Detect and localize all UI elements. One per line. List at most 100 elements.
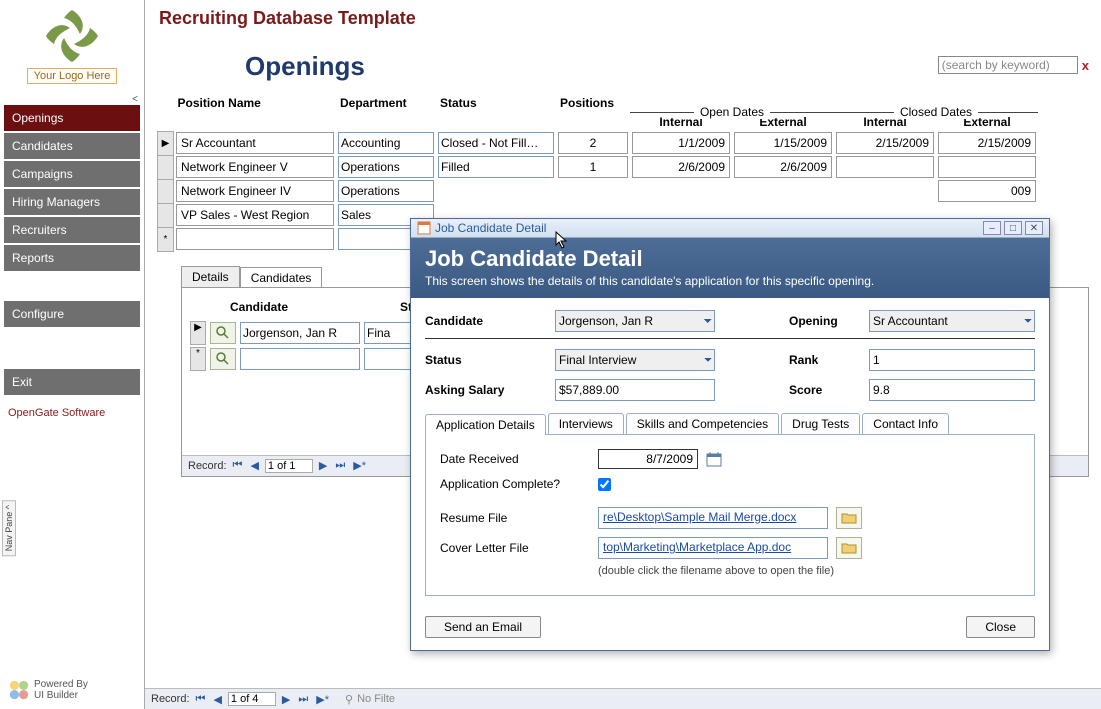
nav-first-icon[interactable]: ⏮ xyxy=(194,693,208,706)
record-position[interactable] xyxy=(228,692,276,706)
col-status: Status xyxy=(436,94,556,113)
closed-internal-input[interactable] xyxy=(836,132,934,154)
status-select[interactable]: Closed - Not Fill… xyxy=(438,132,554,154)
dept-select[interactable]: Operations xyxy=(338,180,434,202)
resume-file-link[interactable]: re\Desktop\Sample Mail Merge.docx xyxy=(598,507,828,529)
closed-external-input[interactable] xyxy=(938,132,1036,154)
search-input[interactable] xyxy=(938,56,1078,74)
nav-last-icon[interactable]: ⏭ xyxy=(296,693,310,706)
row-selector-icon[interactable] xyxy=(158,155,174,179)
dept-select[interactable]: Operations xyxy=(338,156,434,178)
nav-new-icon[interactable]: ▶* xyxy=(314,693,331,706)
lbl-score: Score xyxy=(789,383,849,397)
open-external-input[interactable] xyxy=(734,132,832,154)
candidate-select[interactable]: Jorgenson, Jan R xyxy=(240,322,360,344)
row-selector-icon[interactable] xyxy=(158,179,174,203)
new-row-icon[interactable]: * xyxy=(158,227,174,251)
open-internal-input[interactable] xyxy=(632,132,730,154)
minimize-icon[interactable]: – xyxy=(983,221,1001,235)
app-title: Recruiting Database Template xyxy=(159,8,1087,29)
opening-select[interactable]: Sr Accountant xyxy=(869,310,1035,332)
grid-row[interactable]: Operations xyxy=(158,179,1039,203)
nav-next-icon[interactable]: ▶ xyxy=(280,693,292,706)
nav-prev-icon[interactable]: ◀ xyxy=(248,459,260,472)
nav-prev-icon[interactable]: ◀ xyxy=(211,693,223,706)
nav-campaigns[interactable]: Campaigns xyxy=(4,161,140,187)
position-input[interactable] xyxy=(176,228,334,250)
open-external-input[interactable] xyxy=(734,156,832,178)
filter-icon[interactable]: ⚲ xyxy=(345,693,353,706)
rank-input[interactable] xyxy=(869,349,1035,371)
position-input[interactable] xyxy=(176,180,334,202)
date-received-input[interactable] xyxy=(598,449,698,469)
dept-select[interactable]: Accounting xyxy=(338,132,434,154)
row-selector-icon[interactable]: ▶ xyxy=(158,131,174,155)
status-select[interactable]: Final Interview xyxy=(555,349,715,371)
maximize-icon[interactable]: □ xyxy=(1004,221,1022,235)
candidate-select[interactable] xyxy=(240,348,360,370)
powered-by-label: Powered By UI Builder xyxy=(34,679,88,701)
tab-drug-tests[interactable]: Drug Tests xyxy=(781,413,860,434)
tab-contact-info[interactable]: Contact Info xyxy=(862,413,949,434)
browse-resume-button[interactable] xyxy=(836,507,862,529)
nav-next-icon[interactable]: ▶ xyxy=(317,459,329,472)
tab-application-details[interactable]: Application Details xyxy=(425,414,546,435)
new-row-icon[interactable]: * xyxy=(190,347,206,371)
status-select[interactable]: Filled xyxy=(438,156,554,178)
row-selector-icon[interactable]: ▶ xyxy=(190,321,206,345)
search-clear-icon[interactable]: x xyxy=(1082,58,1089,73)
score-input[interactable] xyxy=(869,379,1035,401)
collapse-sidebar-icon[interactable]: < xyxy=(0,94,144,105)
nav-reports[interactable]: Reports xyxy=(4,245,140,271)
app-complete-checkbox[interactable] xyxy=(598,478,611,491)
closed-external-input[interactable] xyxy=(938,180,1036,202)
nav-configure[interactable]: Configure xyxy=(4,301,140,327)
closed-internal-input[interactable] xyxy=(836,156,934,178)
nav-first-icon[interactable]: ⏮ xyxy=(231,459,245,472)
candidate-status-select[interactable] xyxy=(364,348,414,370)
nav-new-icon[interactable]: ▶* xyxy=(351,459,368,472)
browse-cover-button[interactable] xyxy=(836,537,862,559)
view-detail-button[interactable] xyxy=(210,322,236,344)
candidate-status-select[interactable]: Fina xyxy=(364,322,414,344)
dialog-header-sub: This screen shows the details of this ca… xyxy=(425,274,1035,288)
nav-exit[interactable]: Exit xyxy=(4,369,140,395)
closed-external-input[interactable] xyxy=(938,156,1036,178)
close-icon[interactable]: ✕ xyxy=(1025,221,1043,235)
position-input[interactable] xyxy=(176,204,334,226)
send-email-button[interactable]: Send an Email xyxy=(425,616,541,638)
nav-openings[interactable]: Openings xyxy=(4,105,140,131)
nav-hiring-managers[interactable]: Hiring Managers xyxy=(4,189,140,215)
asking-salary-input[interactable] xyxy=(555,379,715,401)
dialog-header: Job Candidate Detail This screen shows t… xyxy=(411,238,1049,298)
nav: Openings Candidates Campaigns Hiring Man… xyxy=(0,105,144,395)
view-detail-button[interactable] xyxy=(210,348,236,370)
candidate-select[interactable]: Jorgenson, Jan R xyxy=(555,310,715,332)
opengate-link[interactable]: OpenGate Software xyxy=(0,395,144,431)
grid-row[interactable]: Operations Filled xyxy=(158,155,1039,179)
dialog-titlebar[interactable]: Job Candidate Detail – □ ✕ xyxy=(411,219,1049,238)
close-button[interactable]: Close xyxy=(966,616,1035,638)
group-closed-dates: Closed Dates xyxy=(894,105,978,119)
position-input[interactable] xyxy=(176,156,334,178)
nav-pane-toggle[interactable]: Nav Pane ^ xyxy=(2,500,16,556)
position-input[interactable] xyxy=(176,132,334,154)
positions-input[interactable] xyxy=(558,132,628,154)
nav-candidates[interactable]: Candidates xyxy=(4,133,140,159)
magnifier-icon xyxy=(216,326,230,340)
positions-input[interactable] xyxy=(558,156,628,178)
cover-file-link[interactable]: top\Marketing\Marketplace App.doc xyxy=(598,537,828,559)
col-position: Position Name xyxy=(174,94,337,113)
tab-skills[interactable]: Skills and Competencies xyxy=(626,413,779,434)
row-selector-icon[interactable] xyxy=(158,203,174,227)
nav-recruiters[interactable]: Recruiters xyxy=(4,217,140,243)
tab-interviews[interactable]: Interviews xyxy=(548,413,624,434)
open-internal-input[interactable] xyxy=(632,156,730,178)
job-candidate-detail-dialog: Job Candidate Detail – □ ✕ Job Candidate… xyxy=(410,218,1050,651)
subtab-details[interactable]: Details xyxy=(181,266,240,287)
subtab-candidates[interactable]: Candidates xyxy=(240,267,323,288)
calendar-icon[interactable] xyxy=(706,451,722,467)
nav-last-icon[interactable]: ⏭ xyxy=(333,459,347,472)
grid-row[interactable]: ▶ Accounting Closed - Not Fill… xyxy=(158,131,1039,155)
record-position[interactable] xyxy=(265,459,313,473)
